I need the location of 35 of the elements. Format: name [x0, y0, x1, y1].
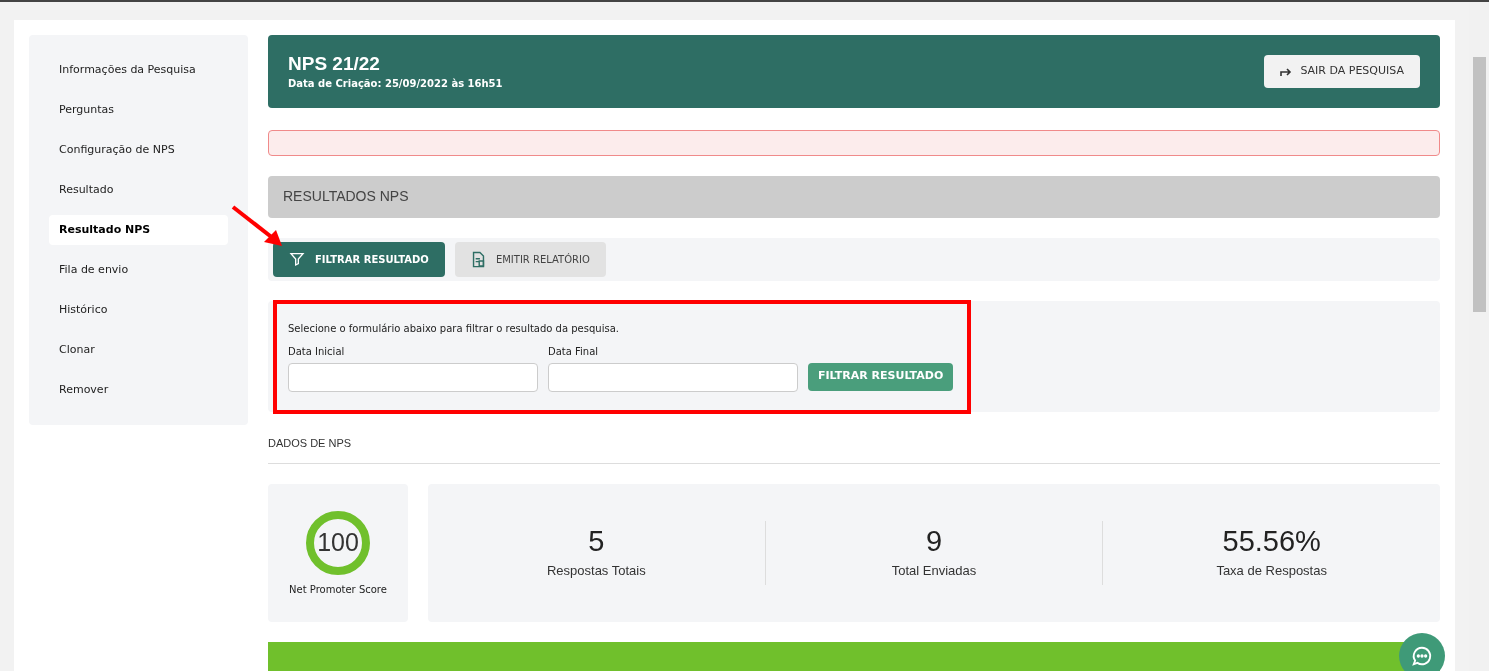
sidebar-item[interactable]: Informações da Pesquisa — [49, 55, 228, 85]
document-icon — [470, 250, 486, 268]
sidebar-item[interactable]: Remover — [49, 375, 228, 405]
nps-label: Net Promoter Score — [289, 582, 387, 597]
data-section-title: DADOS DE NPS — [268, 435, 353, 451]
exit-survey-button[interactable]: SAIR DA PESQUISA — [1264, 55, 1420, 89]
annotation-arrow — [230, 204, 284, 248]
stat-value: 9 — [925, 525, 943, 558]
stat-value: 55.56% — [1222, 525, 1321, 558]
date-input[interactable] — [548, 362, 798, 392]
creation-date: Data de Criação: 25/09/2022 às 16h51 — [288, 77, 503, 92]
sidebar-item[interactable]: Resultado — [49, 175, 228, 205]
sidebar-item[interactable]: Fila de envio — [49, 255, 228, 285]
sidebar-item[interactable]: Histórico — [49, 295, 228, 325]
stat-value: 5 — [588, 525, 605, 558]
forward-arrow-icon — [1280, 66, 1293, 77]
sidebar-item[interactable]: Clonar — [49, 335, 228, 365]
report-button[interactable]: EMITIR RELATÓRIO — [454, 241, 606, 277]
filter-result-button[interactable]: FILTRAR RESULTADO — [273, 241, 445, 277]
field-label: Data Final — [548, 344, 600, 359]
section-title: RESULTADOS NPS — [283, 187, 409, 207]
chat-bubble-icon — [1411, 645, 1433, 667]
survey-title: NPS 21/22 — [288, 52, 381, 77]
field-label: Data Inicial — [288, 344, 346, 359]
score-ring — [305, 509, 371, 576]
stat-label: Total Enviadas — [891, 562, 977, 581]
stat-label: Respostas Totais — [546, 562, 646, 581]
sidebar-item[interactable]: Resultado NPS — [49, 215, 228, 245]
filter-hint: Selecione o formulário abaixo para filtrar o resultado da pesquisa. — [288, 321, 620, 336]
stat-label: Taxa de Respostas — [1216, 562, 1327, 581]
date-input[interactable] — [288, 362, 538, 392]
filter-icon — [289, 251, 305, 268]
nps-score: 100 — [317, 526, 359, 558]
sidebar-item[interactable]: Perguntas — [49, 95, 228, 125]
sidebar-item[interactable]: Configuração de NPS — [49, 135, 228, 165]
